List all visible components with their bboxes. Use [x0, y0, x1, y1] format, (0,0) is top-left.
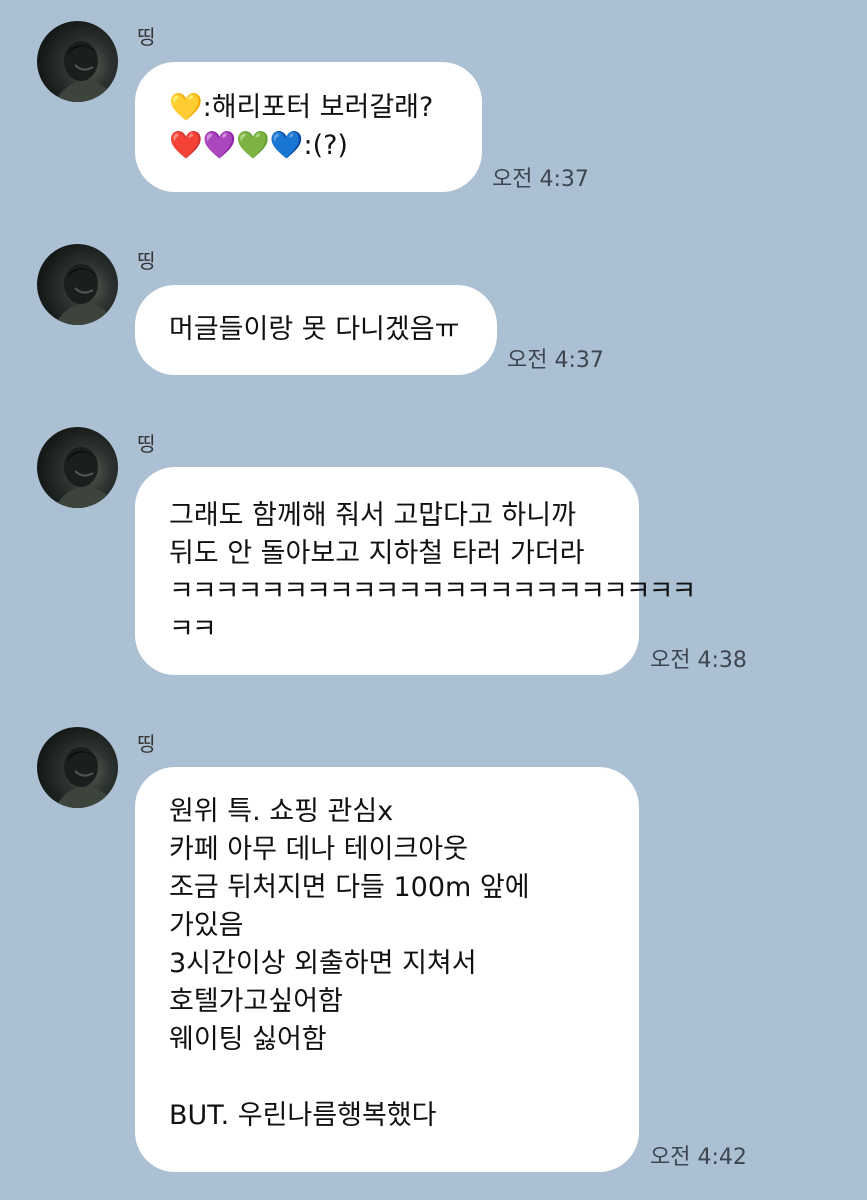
message-text: ❤️💜💚💙:(?): [169, 130, 348, 161]
message-text: 웨이팅 싫어함: [169, 1024, 327, 1055]
message-text: 그래도 함께해 줘서 고맙다고 하니까: [169, 500, 576, 531]
message-bubble[interactable]: 원위 특. 쇼핑 관심x 카페 아무 데나 테이크아웃 조금 뒤처지면 다들 1…: [135, 767, 639, 1172]
message-text: 머글들이랑 못 다니겠음ㅠ: [169, 314, 460, 345]
message-text: 💛:해리포터 보러갈래?: [169, 92, 434, 123]
message-bubble[interactable]: 💛:해리포터 보러갈래? ❤️💜💚💙:(?): [135, 62, 482, 192]
message-text: [169, 1059, 605, 1097]
profile-photo-icon: [55, 41, 115, 102]
timestamp: 오전 4:37: [492, 167, 589, 192]
message-bubble[interactable]: 머글들이랑 못 다니겠음ㅠ: [135, 285, 497, 375]
timestamp: 오전 4:37: [507, 348, 604, 373]
sender-name: 띵: [137, 25, 156, 49]
message-bubble[interactable]: 그래도 함께해 줘서 고맙다고 하니까 뒤도 안 돌아보고 지하철 타러 가더라…: [135, 467, 696, 675]
message-text: 호텔가고싶어함: [169, 986, 343, 1017]
profile-photo-icon: [55, 747, 115, 808]
profile-photo-icon: [55, 264, 115, 325]
message-text: 카페 아무 데나 테이크아웃: [169, 834, 468, 865]
profile-photo-icon: [55, 447, 115, 508]
message-text: 뒤도 안 돌아보고 지하철 타러 가더라: [169, 538, 585, 569]
avatar[interactable]: [37, 727, 118, 808]
message-text: ㅋㅋ: [169, 614, 217, 645]
avatar[interactable]: [37, 244, 118, 325]
sender-name: 띵: [137, 732, 156, 756]
message-text: 가있음: [169, 910, 244, 941]
message-text: ㅋㅋㅋㅋㅋㅋㅋㅋㅋㅋㅋㅋㅋㅋㅋㅋㅋㅋㅋㅋㅋㅋㅋ: [169, 576, 696, 607]
avatar[interactable]: [37, 427, 118, 508]
avatar[interactable]: [37, 21, 118, 102]
sender-name: 띵: [137, 249, 156, 273]
message-text: 3시간이상 외출하면 지쳐서: [169, 948, 477, 979]
sender-name: 띵: [137, 432, 156, 456]
timestamp: 오전 4:42: [650, 1145, 747, 1170]
chat-view: 띵 💛:해리포터 보러갈래? ❤️💜💚💙:(?) 오전 4:37 띵 머글들이랑…: [0, 0, 867, 1200]
message-text: BUT. 우린나름행복했다: [169, 1100, 437, 1131]
timestamp: 오전 4:38: [650, 648, 747, 673]
message-text: 조금 뒤처지면 다들 100m 앞에: [169, 872, 530, 903]
message-text: 원위 특. 쇼핑 관심x: [169, 796, 394, 827]
